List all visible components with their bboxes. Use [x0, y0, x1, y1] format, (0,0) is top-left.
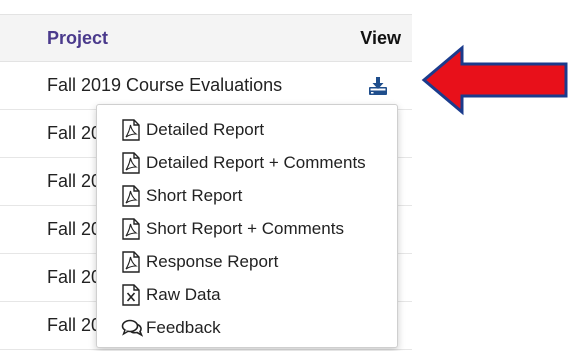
project-name: Fall 20	[47, 315, 102, 335]
menu-item-raw-data[interactable]: Raw Data	[97, 278, 397, 311]
project-name: Fall 20	[47, 267, 102, 287]
menu-item-detailed-report-comments[interactable]: Detailed Report + Comments	[97, 146, 397, 179]
menu-item-detailed-report[interactable]: Detailed Report	[97, 113, 397, 146]
view-column-header: View	[360, 27, 401, 48]
project-name: Fall 20	[47, 219, 102, 239]
download-button[interactable]	[368, 76, 388, 96]
red-arrow-annotation	[421, 44, 568, 116]
download-options-menu: Detailed Report Detailed Report + Commen…	[96, 104, 398, 348]
menu-item-label: Detailed Report	[146, 119, 265, 139]
project-name: Fall 20	[47, 171, 102, 191]
menu-item-label: Response Report	[146, 251, 279, 271]
project-name: Fall 20	[47, 123, 102, 143]
menu-item-label: Short Report + Comments	[146, 218, 344, 238]
table-header-row: Project View	[0, 14, 412, 62]
pdf-icon	[121, 151, 143, 174]
menu-item-feedback[interactable]: Feedback	[97, 311, 397, 344]
pdf-icon	[121, 217, 143, 240]
menu-item-short-report-comments[interactable]: Short Report + Comments	[97, 212, 397, 245]
menu-item-label: Detailed Report + Comments	[146, 152, 366, 172]
menu-item-label: Short Report	[146, 185, 243, 205]
table-row: Fall 2019 Course Evaluations	[0, 62, 412, 110]
menu-item-label: Raw Data	[146, 284, 221, 304]
pdf-icon	[121, 184, 143, 207]
menu-item-response-report[interactable]: Response Report	[97, 245, 397, 278]
project-column-header: Project	[47, 27, 109, 48]
excel-icon	[121, 283, 143, 306]
comments-icon	[121, 317, 143, 339]
menu-item-short-report[interactable]: Short Report	[97, 179, 397, 212]
project-name: Fall 2019 Course Evaluations	[47, 75, 283, 95]
download-icon	[369, 76, 387, 95]
pdf-icon	[121, 118, 143, 141]
page: Project View Fall 2019 Course Evaluation…	[0, 0, 577, 351]
pdf-icon	[121, 250, 143, 273]
menu-item-label: Feedback	[146, 317, 221, 337]
